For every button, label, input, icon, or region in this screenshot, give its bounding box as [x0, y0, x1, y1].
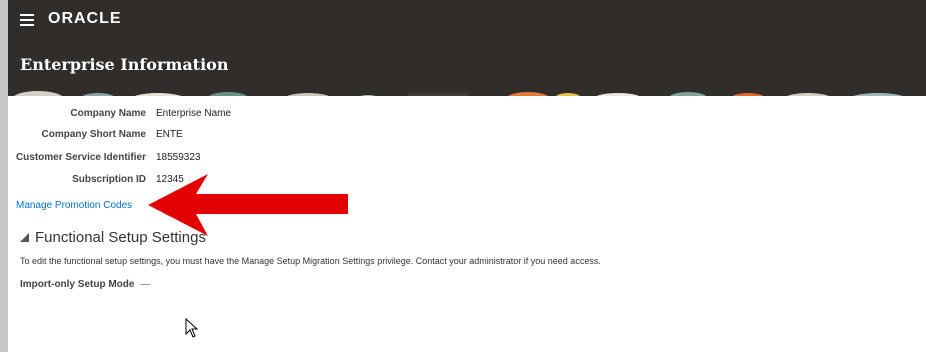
- decorative-banner: [8, 86, 926, 96]
- company-short-name-value: ENTE: [156, 128, 183, 140]
- field-company-name: Company Name Enterprise Name: [8, 106, 231, 120]
- subscription-id-label: Subscription ID: [72, 173, 146, 185]
- left-edge-strip: [0, 0, 8, 352]
- collapse-triangle-icon[interactable]: [20, 232, 29, 242]
- customer-service-identifier-label: Customer Service Identifier: [15, 151, 146, 163]
- company-short-name-label: Company Short Name: [41, 128, 146, 140]
- main-content: Company Name Enterprise Name Company Sho…: [8, 96, 926, 352]
- customer-service-identifier-value: 18559323: [156, 151, 201, 163]
- banner-pattern: [8, 89, 926, 96]
- import-only-setup-mode-value: —: [140, 279, 151, 290]
- functional-setup-title: Functional Setup Settings: [35, 228, 206, 246]
- field-company-short-name: Company Short Name ENTE: [8, 127, 183, 141]
- red-arrow-annotation: [148, 174, 348, 236]
- oracle-logo[interactable]: ORACLE: [48, 10, 122, 28]
- manage-promotion-codes-link[interactable]: Manage Promotion Codes: [16, 200, 132, 211]
- functional-setup-section-header: Functional Setup Settings: [20, 228, 206, 246]
- company-name-value: Enterprise Name: [156, 107, 232, 119]
- field-customer-service-identifier: Customer Service Identifier 18559323: [8, 150, 201, 164]
- global-header: ORACLE: [8, 0, 926, 42]
- company-name-label: Company Name: [70, 107, 146, 119]
- functional-setup-info-text: To edit the functional setup settings, y…: [20, 256, 601, 266]
- page-header: Enterprise Information: [8, 42, 926, 86]
- import-only-setup-mode-row: Import-only Setup Mode —: [20, 279, 150, 290]
- hamburger-icon[interactable]: [20, 14, 34, 26]
- page-title: Enterprise Information: [20, 55, 229, 74]
- mouse-pointer-icon: [185, 318, 199, 338]
- import-only-setup-mode-label: Import-only Setup Mode: [20, 279, 135, 290]
